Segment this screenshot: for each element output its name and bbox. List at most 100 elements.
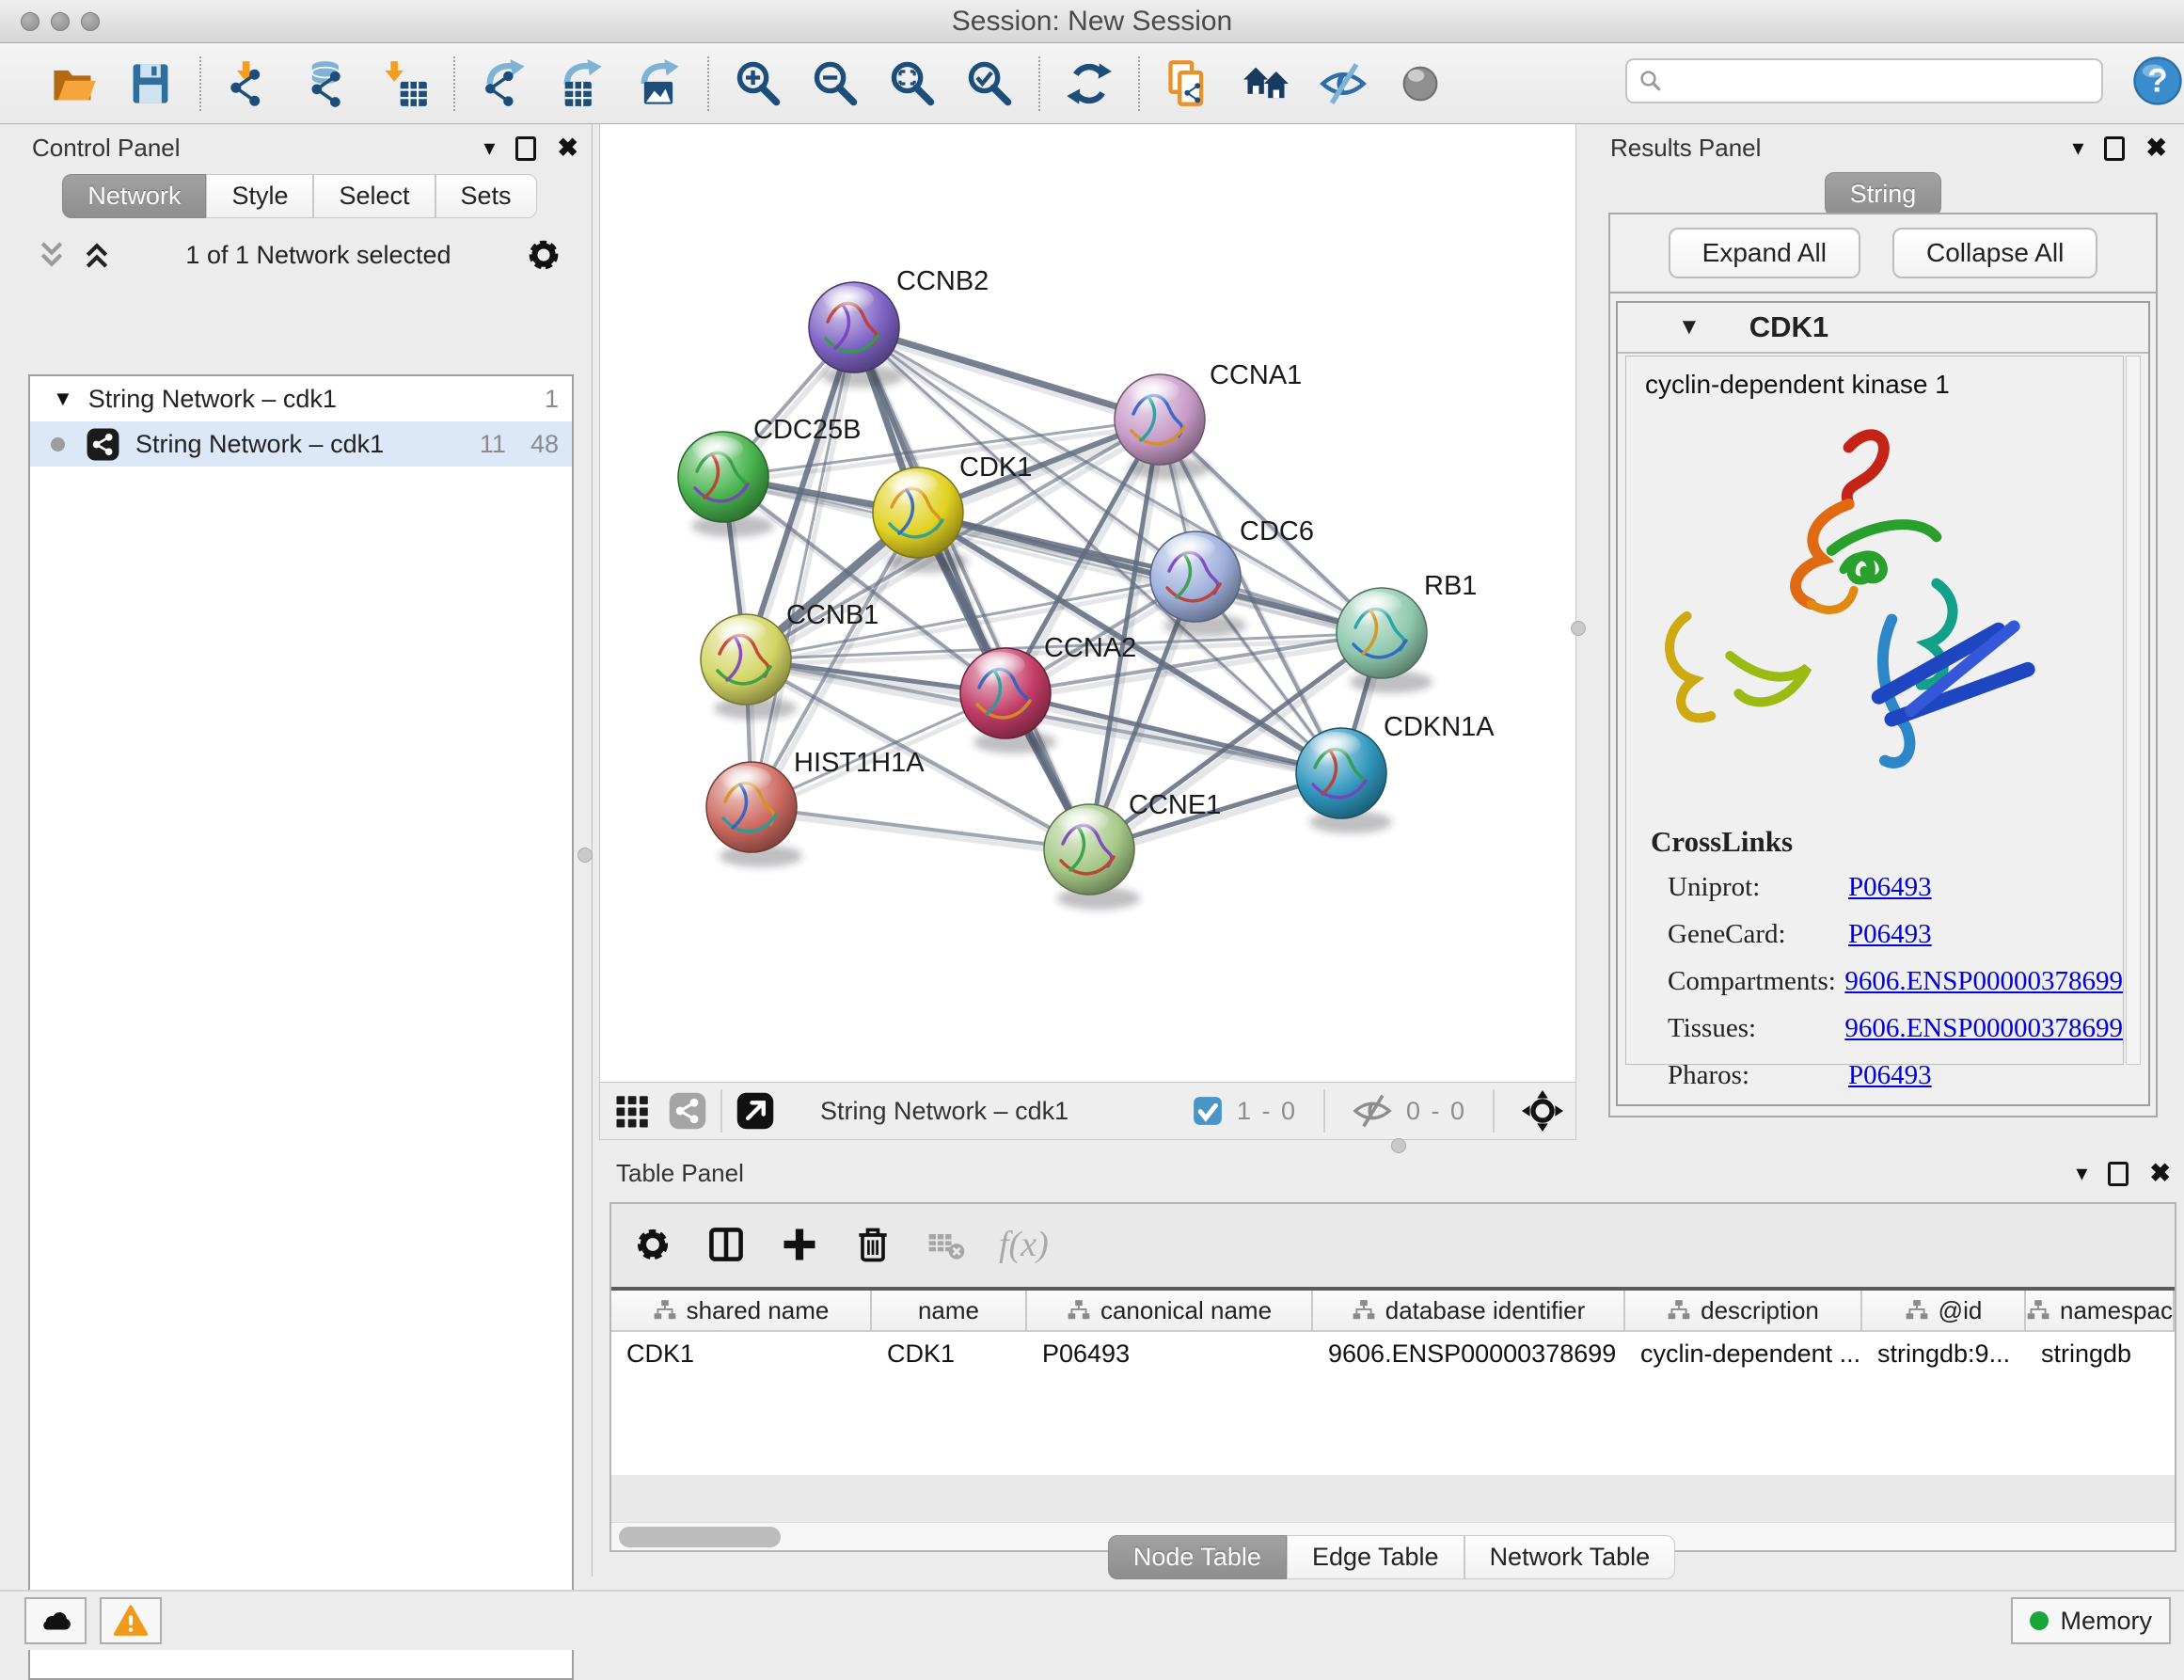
zoom-fit-button[interactable] (886, 57, 939, 110)
panel-menu-icon[interactable]: ▾ (2076, 1160, 2087, 1187)
cell--id[interactable]: stringdb:9... (1862, 1332, 2026, 1375)
table-row[interactable]: CDK1CDK1P064939606.ENSP00000378699cyclin… (611, 1332, 2175, 1375)
column-header-canonical-name[interactable]: canonical name (1027, 1291, 1313, 1330)
network-node-HIST1H1A[interactable] (706, 762, 797, 852)
column-header-name[interactable]: name (872, 1291, 1027, 1330)
panel-float-icon[interactable] (2108, 1162, 2129, 1186)
bottom-splitter-handle[interactable] (1391, 1138, 1406, 1153)
crosslink-link[interactable]: P06493 (1848, 919, 1932, 950)
export-table-button[interactable] (555, 57, 608, 110)
panel-float-icon[interactable] (2104, 136, 2125, 161)
window-close-button[interactable] (21, 12, 40, 31)
tab-style[interactable]: Style (206, 174, 313, 218)
tab-edge-table[interactable]: Edge Table (1287, 1535, 1464, 1579)
memory-button[interactable]: Memory (2011, 1597, 2171, 1644)
selected-checkbox-icon[interactable] (1192, 1095, 1224, 1127)
window-zoom-button[interactable] (81, 12, 100, 31)
network-node-CCNA2[interactable] (960, 648, 1051, 738)
column-header-namespac[interactable]: namespac (2026, 1291, 2175, 1330)
crosslink-link[interactable]: 9606.ENSP00000378699 (1844, 1013, 2123, 1044)
string-view-icon[interactable] (668, 1091, 707, 1131)
cloud-button[interactable] (24, 1597, 87, 1644)
column-header-shared-name[interactable]: shared name (611, 1291, 872, 1330)
crosslink-link[interactable]: P06493 (1848, 872, 1932, 903)
table-gear-icon[interactable] (632, 1224, 673, 1265)
tab-string[interactable]: String (1825, 172, 1942, 216)
save-session-button[interactable] (124, 57, 177, 110)
window-minimize-button[interactable] (51, 12, 70, 31)
share-document-button[interactable] (1163, 57, 1215, 110)
network-node-CCNB1[interactable] (701, 614, 791, 705)
network-node-CDK1[interactable] (873, 468, 963, 558)
search-input[interactable] (1665, 62, 2101, 100)
network-row[interactable]: String Network – cdk1 11 48 (30, 421, 572, 467)
panel-menu-icon[interactable]: ▾ (2072, 135, 2083, 162)
network-overview-button[interactable] (1240, 57, 1292, 110)
network-canvas[interactable]: CCNB2CCNA1CDC25BCDK1CDC6RB1CCNB1CCNA2CDK… (599, 124, 1576, 1082)
cell-shared-name[interactable]: CDK1 (611, 1332, 872, 1375)
search-field[interactable] (1625, 58, 2103, 103)
tree-expand-icon[interactable]: ▼ (53, 387, 73, 411)
network-graph[interactable]: CCNB2CCNA1CDC25BCDK1CDC6RB1CCNB1CCNA2CDK… (600, 124, 1577, 1082)
export-image-button[interactable] (632, 57, 685, 110)
network-node-RB1[interactable] (1337, 588, 1427, 678)
network-node-CCNA1[interactable] (1115, 374, 1205, 465)
import-network-database-button[interactable] (301, 57, 354, 110)
tab-node-table[interactable]: Node Table (1108, 1535, 1287, 1579)
panel-menu-icon[interactable]: ▾ (483, 135, 495, 162)
zoom-selected-button[interactable] (963, 57, 1016, 110)
network-node-CDKN1A[interactable] (1296, 728, 1386, 818)
cell-namespac[interactable]: stringdb (2026, 1332, 2175, 1375)
show-columns-icon[interactable] (705, 1224, 747, 1265)
hide-unhide-button[interactable] (1317, 57, 1369, 110)
help-button[interactable]: ? (2131, 55, 2184, 107)
zoom-in-button[interactable] (732, 57, 784, 110)
zoom-out-button[interactable] (809, 57, 862, 110)
results-scrollbar[interactable] (2126, 356, 2141, 1065)
tab-sets[interactable]: Sets (435, 174, 537, 218)
import-network-file-button[interactable] (224, 57, 277, 110)
panel-float-icon[interactable] (515, 136, 536, 161)
collapse-all-button[interactable]: Collapse All (1892, 228, 2097, 278)
add-column-icon[interactable] (779, 1224, 820, 1265)
panel-close-icon[interactable]: ✖ (2145, 134, 2167, 163)
cell-canonical-name[interactable]: P06493 (1027, 1332, 1313, 1375)
toggle-preview-button[interactable] (1394, 57, 1447, 110)
tab-network[interactable]: Network (62, 174, 206, 218)
birds-eye-icon[interactable] (1521, 1089, 1564, 1133)
grid-view-icon[interactable] (613, 1091, 653, 1131)
tab-select[interactable]: Select (313, 174, 435, 218)
network-node-CDC6[interactable] (1150, 531, 1241, 622)
expand-all-icon[interactable] (81, 239, 113, 271)
open-session-button[interactable] (47, 57, 100, 110)
network-node-CCNE1[interactable] (1044, 804, 1134, 895)
network-node-CDC25B[interactable] (678, 432, 768, 522)
export-network-button[interactable] (478, 57, 530, 110)
crosslink-link[interactable]: P06493 (1848, 1060, 1932, 1091)
detach-view-icon[interactable] (736, 1091, 775, 1131)
network-node-CCNB2[interactable] (809, 282, 899, 372)
left-splitter-handle[interactable] (578, 848, 593, 863)
right-splitter-handle[interactable] (1571, 621, 1586, 636)
network-collection-row[interactable]: ▼ String Network – cdk1 1 (30, 376, 572, 421)
panel-close-icon[interactable]: ✖ (557, 134, 578, 163)
expand-all-button[interactable]: Expand All (1669, 228, 1860, 278)
network-edge[interactable] (752, 807, 1089, 849)
crosslink-link[interactable]: 9606.ENSP00000378699 (1844, 966, 2123, 997)
cell-name[interactable]: CDK1 (872, 1332, 1027, 1375)
column-header-description[interactable]: description (1625, 1291, 1862, 1330)
gear-icon[interactable] (524, 235, 563, 275)
import-table-button[interactable] (378, 57, 431, 110)
tab-network-table[interactable]: Network Table (1464, 1535, 1676, 1579)
collapse-all-icon[interactable] (36, 239, 68, 271)
delete-column-icon[interactable] (852, 1224, 894, 1265)
column-header-database-identifier[interactable]: database identifier (1313, 1291, 1625, 1330)
refresh-view-button[interactable] (1063, 57, 1116, 110)
panel-close-icon[interactable]: ✖ (2149, 1159, 2171, 1188)
warning-button[interactable] (100, 1597, 162, 1644)
section-collapse-icon[interactable]: ▼ (1678, 314, 1701, 341)
gene-section-header[interactable]: ▼ CDK1 (1618, 303, 2148, 354)
cell-description[interactable]: cyclin-dependent ... (1625, 1332, 1862, 1375)
cell-database-identifier[interactable]: 9606.ENSP00000378699 (1313, 1332, 1625, 1375)
column-header--id[interactable]: @id (1862, 1291, 2026, 1330)
